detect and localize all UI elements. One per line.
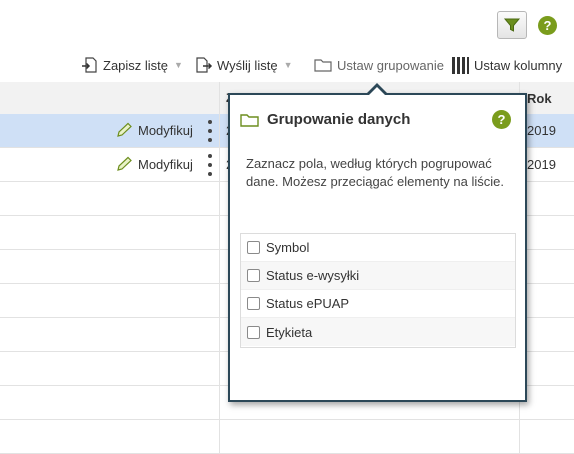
grouping-field-status-e-wysylki[interactable]: Status e-wysyłki [241,262,515,290]
help-icon[interactable]: ? [538,16,557,35]
modify-label: Modyfikuj [138,122,193,138]
column-divider [219,82,220,114]
more-options-icon[interactable] [206,120,214,142]
checkbox[interactable] [247,325,260,339]
column-header-rok[interactable]: Rok [527,91,552,106]
popup-description: Zaznacz pola, według których pogrupować … [246,156,504,189]
column-divider [219,148,220,181]
popup-pointer-inner [369,87,385,95]
grouping-popup: Grupowanie danych ? Zaznacz pola, według… [228,93,527,402]
folder-icon [240,113,259,127]
save-list-label: Zapisz listę [103,57,169,73]
modify-button[interactable]: Modyfikuj [116,122,193,138]
more-options-icon[interactable] [206,154,214,176]
modify-label: Modyfikuj [138,156,193,172]
columns-icon [452,56,469,74]
chevron-down-icon: ▼ [283,60,293,70]
set-columns-button[interactable]: Ustaw kolumny [451,55,562,75]
send-list-icon [196,57,213,73]
grouping-field-label: Symbol [266,240,310,255]
popup-header: Grupowanie danych [240,111,410,128]
checkbox[interactable] [247,269,260,282]
grouping-field-label: Etykieta [266,324,313,340]
set-grouping-label: Ustaw grupowanie [337,57,444,73]
top-bar: ? [0,0,574,49]
row-year: 2019 [527,123,556,138]
chevron-down-icon: ▼ [174,60,183,70]
checkbox[interactable] [247,297,260,310]
save-list-icon [82,57,97,73]
checkbox[interactable] [247,241,260,254]
folder-icon [314,59,332,72]
row-year: 2019 [527,157,556,172]
send-list-button[interactable]: Wyślij listę ▼ [195,55,292,75]
grouping-field-label: Status ePUAP [266,296,350,311]
modify-button[interactable]: Modyfikuj [116,156,193,172]
send-list-label: Wyślij listę [217,57,278,73]
list-toolbar: Zapisz listę ▼ Wyślij listę ▼ Ustaw grup… [0,48,574,82]
save-list-button[interactable]: Zapisz listę ▼ [81,55,183,75]
set-grouping-button[interactable]: Ustaw grupowanie [314,55,444,75]
pencil-icon [117,156,132,171]
filter-button[interactable] [497,11,527,39]
set-columns-label: Ustaw kolumny [474,57,563,73]
table-row-empty [0,420,574,454]
grouping-field-label: Status e-wysyłki [266,268,360,283]
pencil-icon [117,122,132,137]
column-divider [219,114,220,147]
grouping-fields-list: Symbol Status e-wysyłki Status ePUAP Ety… [240,233,516,348]
popup-title: Grupowanie danych [267,111,411,128]
grouping-field-status-epuap[interactable]: Status ePUAP [241,290,515,318]
grouping-field-etykieta[interactable]: Etykieta [241,318,515,346]
help-icon[interactable]: ? [492,110,511,129]
funnel-icon [503,18,521,32]
grouping-field-symbol[interactable]: Symbol [241,234,515,262]
